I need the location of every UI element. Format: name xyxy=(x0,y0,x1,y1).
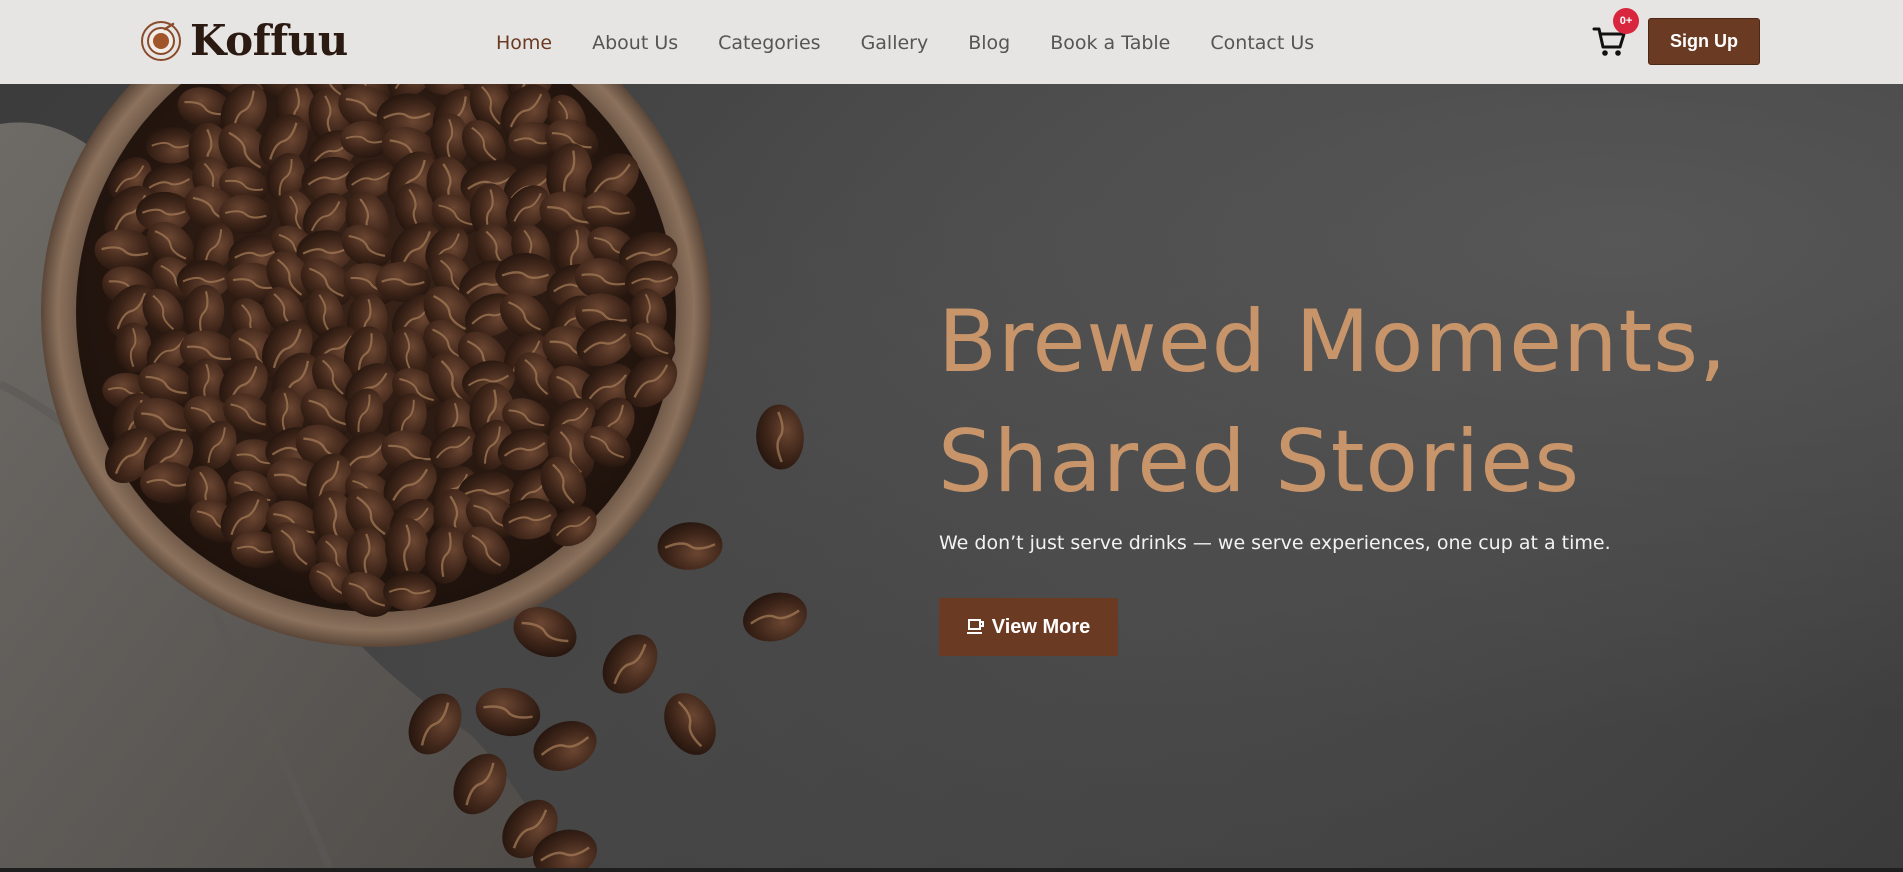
nav-item-gallery[interactable]: Gallery xyxy=(861,30,929,56)
coffee-cup-logo-icon xyxy=(141,21,181,61)
hero-title: Brewed Moments, Shared Stories xyxy=(938,282,1838,522)
hero-title-line-1: Brewed Moments, xyxy=(938,292,1728,392)
brand-logo[interactable]: Koffuu xyxy=(140,17,348,65)
main-nav: Home About Us Categories Gallery Blog Bo… xyxy=(496,30,1354,56)
cart-button[interactable]: 0+ xyxy=(1592,8,1639,60)
sign-up-button[interactable]: Sign Up xyxy=(1648,18,1760,65)
coffee-cup-icon xyxy=(966,619,984,634)
brand-name: Koffuu xyxy=(190,16,348,65)
nav-item-about-us[interactable]: About Us xyxy=(592,30,678,56)
view-more-label: View More xyxy=(991,615,1091,638)
site-header: Koffuu Home About Us Categories Gallery … xyxy=(0,0,1903,84)
nav-item-book-a-table[interactable]: Book a Table xyxy=(1050,30,1170,56)
hero-title-line-2: Shared Stories xyxy=(938,412,1580,512)
hero-section: Brewed Moments, Shared Stories We don’t … xyxy=(0,84,1903,868)
hero-subtitle: We don’t just serve drinks — we serve ex… xyxy=(939,532,1611,554)
coffee-beans-bowl-image xyxy=(41,84,807,868)
nav-item-contact-us[interactable]: Contact Us xyxy=(1210,30,1314,56)
view-more-button[interactable]: View More xyxy=(939,598,1118,656)
nav-item-home[interactable]: Home xyxy=(496,30,552,56)
nav-item-blog[interactable]: Blog xyxy=(968,30,1010,56)
nav-item-categories[interactable]: Categories xyxy=(718,30,820,56)
cart-count-badge: 0+ xyxy=(1613,8,1639,34)
page-bottom-edge xyxy=(0,868,1903,872)
